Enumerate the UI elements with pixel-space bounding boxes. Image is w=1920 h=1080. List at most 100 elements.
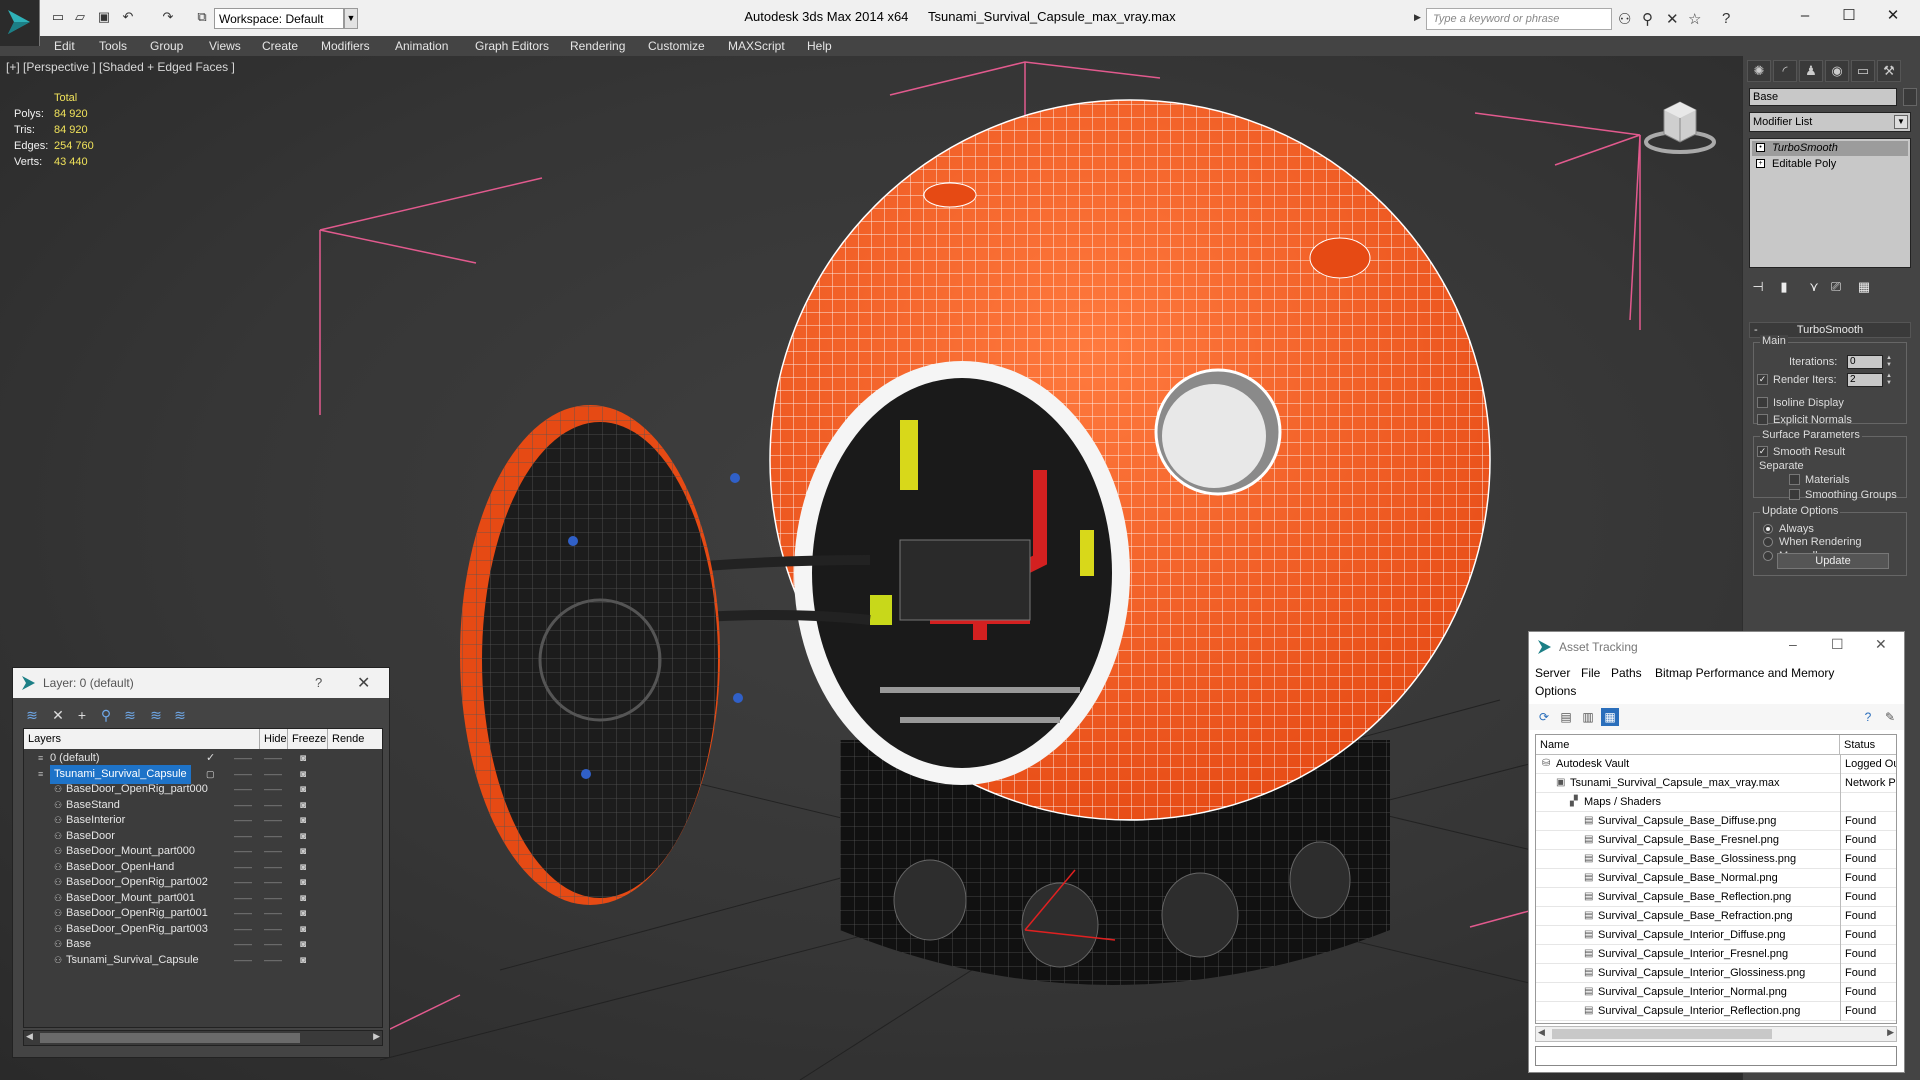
lightbulb-icon[interactable]: • [1756,143,1765,152]
motion-tab-icon[interactable]: ◉ [1825,60,1849,82]
add-to-layer-icon[interactable]: + [73,706,91,724]
hide-all-layers-icon[interactable]: ≋ [147,706,165,724]
menu-server[interactable]: Server [1535,666,1570,680]
minimize-button[interactable]: – [1790,4,1820,28]
asset-row[interactable]: ▣ Tsunami_Survival_Capsule_max_vray.max Ne… [1536,774,1896,793]
menu-group[interactable]: Group [150,36,183,56]
close-icon[interactable]: ✕ [357,673,370,693]
viewcube-icon[interactable] [1640,90,1720,160]
utilities-tab-icon[interactable]: ⚒ [1877,60,1901,82]
freeze-all-layers-icon[interactable]: ≋ [171,706,189,724]
update-always-radio[interactable] [1763,524,1773,534]
display-tab-icon[interactable]: ▭ [1851,60,1875,82]
show-end-result-icon[interactable]: ▮ [1773,276,1795,298]
table-view-icon[interactable]: ▦ [1601,708,1619,726]
layer-row[interactable]: ⚇ Tsunami_Survival_Capsule —— —— ◙ [24,951,382,970]
freeze-toggle[interactable]: —— [264,951,282,970]
asset-dialog-titlebar[interactable]: Asset Tracking – ☐ ✕ [1529,632,1904,662]
layer-dialog-titlebar[interactable]: Layer: 0 (default) ? ✕ [13,668,389,698]
expand-plus-icon[interactable]: + [1756,159,1765,168]
render-iters-spinner[interactable]: 2 [1847,373,1883,387]
close-icon[interactable]: ✕ [1875,636,1887,653]
separate-smoothing-groups-checkbox[interactable] [1789,489,1800,500]
select-in-layer-icon[interactable]: ⚲ [97,706,115,724]
update-manually-radio[interactable] [1763,551,1773,561]
update-when-rendering-radio[interactable] [1763,537,1773,547]
help-icon[interactable]: ? [315,675,322,690]
update-button[interactable]: Update [1777,553,1889,569]
asset-horizontal-scrollbar[interactable]: ◀ ▶ [1535,1026,1897,1042]
column-hide[interactable]: Hide [260,729,288,749]
collapse-icon[interactable]: - [1754,323,1758,337]
asset-row[interactable]: ▤ Survival_Capsule_Base_Fresnel.png Found [1536,831,1896,850]
asset-row[interactable]: ▤ Survival_Capsule_Interior_Glossiness.pn… [1536,964,1896,983]
smooth-result-checkbox[interactable]: ✓ [1757,446,1768,457]
iterations-spinner[interactable]: 0 [1847,355,1883,369]
favorites-star-icon[interactable]: ☆ [1688,10,1701,28]
asset-row[interactable]: ▤ Survival_Capsule_Base_Diffuse.png Found [1536,812,1896,831]
menu-modifiers[interactable]: Modifiers [321,36,370,56]
pin-stack-icon[interactable]: ⊣ [1747,276,1769,298]
object-name-field[interactable]: Base [1749,88,1897,106]
minimize-icon[interactable]: – [1789,636,1797,652]
remove-modifier-icon[interactable]: ⎚ [1825,276,1847,298]
column-render[interactable]: Rende [328,729,382,749]
column-status[interactable]: Status [1840,735,1896,755]
subscription-icon[interactable]: ⚲ [1642,10,1653,28]
column-freeze[interactable]: Freeze [288,729,328,749]
stack-item-turbosmooth[interactable]: • TurboSmooth [1752,141,1908,156]
render-iters-checkbox[interactable]: ✓ [1757,374,1768,385]
explicit-normals-checkbox[interactable] [1757,414,1768,425]
modifier-list-dropdown[interactable]: Modifier List ▼ [1749,112,1911,132]
settings-icon[interactable]: ✎ [1881,708,1899,726]
binoculars-icon[interactable]: ⚇ [1618,10,1631,28]
menu-graph-editors[interactable]: Graph Editors [475,36,549,56]
spinner-arrows-icon[interactable]: ▲ ▼ [1885,373,1893,387]
spinner-arrows-icon[interactable]: ▲ ▼ [1885,355,1893,369]
scroll-thumb[interactable] [40,1033,300,1043]
menu-rendering[interactable]: Rendering [570,36,625,56]
asset-row[interactable]: ▤ Survival_Capsule_Base_Reflection.png Fou… [1536,888,1896,907]
stack-item-editable-poly[interactable]: + Editable Poly [1752,157,1908,172]
asset-row[interactable]: ⛁ Autodesk Vault Logged Ou [1536,755,1896,774]
search-expand-icon[interactable]: ▶ [1414,12,1421,23]
search-input[interactable]: Type a keyword or phrase [1426,8,1612,30]
menu-create[interactable]: Create [262,36,298,56]
close-button[interactable]: ✕ [1878,4,1908,28]
layer-horizontal-scrollbar[interactable]: ◀ ▶ [23,1030,383,1046]
viewport-label[interactable]: [+] [Perspective ] [Shaded + Edged Faces… [6,60,235,74]
scroll-thumb[interactable] [1552,1029,1772,1039]
menu-file[interactable]: File [1581,666,1600,680]
object-color-swatch[interactable] [1903,88,1917,106]
delete-layer-icon[interactable]: ✕ [49,706,67,724]
maximize-icon[interactable]: ☐ [1831,636,1844,653]
isoline-display-checkbox[interactable] [1757,397,1768,408]
refresh-icon[interactable]: ⟳ [1535,708,1553,726]
modify-tab-icon[interactable]: ◜ [1773,60,1797,82]
asset-row[interactable]: ▤ Survival_Capsule_Base_Refraction.png Fou… [1536,907,1896,926]
asset-row[interactable]: ▤ Survival_Capsule_Interior_Reflection.pn… [1536,1002,1896,1021]
scroll-left-icon[interactable]: ◀ [1538,1027,1545,1038]
hierarchy-tab-icon[interactable]: ♟ [1799,60,1823,82]
help-icon[interactable]: ? [1722,10,1730,27]
asset-row[interactable]: ▤ Survival_Capsule_Interior_Fresnel.png Fo… [1536,945,1896,964]
asset-row[interactable]: ▤ Survival_Capsule_Interior_Diffuse.png Fo… [1536,926,1896,945]
create-layer-icon[interactable]: ≋ [23,706,41,724]
menu-bitmap-performance[interactable]: Bitmap Performance and Memory [1655,666,1834,680]
asset-row[interactable]: ▞ Maps / Shaders [1536,793,1896,812]
asset-row[interactable]: ▤ Survival_Capsule_Interior_Normal.png Fou… [1536,983,1896,1002]
render-teapot-icon[interactable]: ◙ [300,951,306,970]
configure-modifier-sets-icon[interactable]: ▦ [1853,276,1875,298]
list-view-icon[interactable]: ▤ [1557,708,1575,726]
scroll-left-icon[interactable]: ◀ [26,1031,33,1042]
maximize-button[interactable]: ☐ [1834,4,1864,28]
menu-customize[interactable]: Customize [648,36,705,56]
column-layers[interactable]: Layers [24,729,260,749]
help-icon[interactable]: ? [1859,708,1877,726]
chevron-down-icon[interactable]: ▼ [1894,115,1908,129]
menu-edit[interactable]: Edit [54,36,75,56]
menu-tools[interactable]: Tools [99,36,127,56]
create-tab-icon[interactable]: ✺ [1747,60,1771,82]
menu-views[interactable]: Views [209,36,241,56]
menu-animation[interactable]: Animation [395,36,448,56]
